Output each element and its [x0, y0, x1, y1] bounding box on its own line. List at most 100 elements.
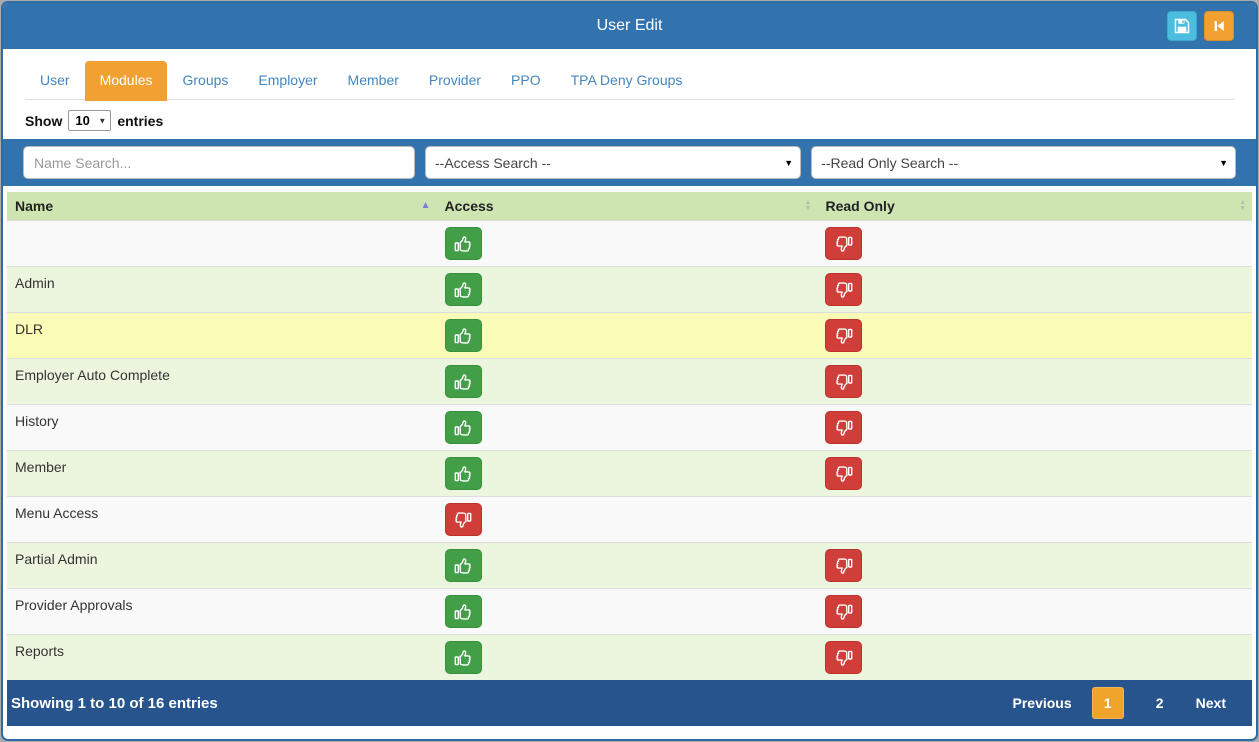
read-only-cell [817, 497, 1252, 543]
access-allow-button[interactable] [445, 227, 482, 260]
read-only-deny-button[interactable] [825, 549, 862, 582]
search-bar: --Access Search -- ▼ --Read Only Search … [3, 139, 1256, 186]
read-only-deny-button[interactable] [825, 641, 862, 674]
thumbs-up-icon [453, 280, 473, 300]
tab-provider[interactable]: Provider [414, 61, 496, 99]
read-only-deny-button[interactable] [825, 227, 862, 260]
tab-modules[interactable]: Modules [85, 61, 168, 101]
readonly-search-select[interactable]: --Read Only Search -- [812, 147, 1235, 178]
read-only-cell [817, 451, 1252, 497]
show-label: Show [25, 113, 62, 129]
entries-info: Showing 1 to 10 of 16 entries [11, 695, 218, 712]
page-size-select[interactable]: 10 [69, 111, 110, 130]
read-only-cell [817, 267, 1252, 313]
access-allow-button[interactable] [445, 273, 482, 306]
access-allow-button[interactable] [445, 457, 482, 490]
read-only-deny-button[interactable] [825, 319, 862, 352]
table-row-reports: Reports [7, 635, 1252, 681]
thumbs-up-icon [453, 326, 473, 346]
page-title: User Edit [597, 17, 663, 35]
table-row-history: History [7, 405, 1252, 451]
module-name-cell: Reports [7, 635, 437, 681]
read-only-cell [817, 313, 1252, 359]
save-button[interactable] [1167, 11, 1197, 41]
thumbs-up-icon [453, 648, 473, 668]
page-button-2[interactable]: 2 [1144, 687, 1176, 719]
read-only-deny-button[interactable] [825, 411, 862, 444]
access-allow-button[interactable] [445, 641, 482, 674]
tab-user[interactable]: User [25, 61, 85, 99]
access-allow-button[interactable] [445, 365, 482, 398]
read-only-cell [817, 589, 1252, 635]
read-only-cell [817, 405, 1252, 451]
thumbs-down-icon [834, 464, 854, 484]
thumbs-up-icon [453, 372, 473, 392]
module-name-cell: Provider Approvals [7, 589, 437, 635]
table-row-provider-approvals: Provider Approvals [7, 589, 1252, 635]
read-only-deny-button[interactable] [825, 595, 862, 628]
thumbs-down-icon [834, 602, 854, 622]
page-size-select-wrap: 10 ▼ [68, 110, 111, 131]
thumbs-down-icon [834, 326, 854, 346]
thumbs-down-icon [453, 510, 473, 530]
table-row-admin: Admin [7, 267, 1252, 313]
module-name-cell: Member [7, 451, 437, 497]
read-only-deny-button[interactable] [825, 273, 862, 306]
table-row-dlr: DLR [7, 313, 1252, 359]
thumbs-down-icon [834, 372, 854, 392]
column-header-read-only[interactable]: Read Only▲▼ [817, 192, 1252, 221]
read-only-cell [817, 359, 1252, 405]
module-name-cell: Partial Admin [7, 543, 437, 589]
access-cell [437, 451, 818, 497]
access-allow-button[interactable] [445, 549, 482, 582]
user-edit-panel: User Edit UserModulesGroupsEmployerMembe… [1, 1, 1258, 741]
table-row-employer-auto-complete: Employer Auto Complete [7, 359, 1252, 405]
sort-both-icon: ▲▼ [805, 200, 812, 212]
access-cell [437, 313, 818, 359]
thumbs-up-icon [453, 234, 473, 254]
previous-page-button[interactable]: Previous [1013, 695, 1072, 711]
thumbs-up-icon [453, 556, 473, 576]
read-only-deny-button[interactable] [825, 365, 862, 398]
back-button[interactable] [1204, 11, 1234, 41]
tab-groups[interactable]: Groups [167, 61, 243, 99]
table-row-blank [7, 221, 1252, 267]
thumbs-up-icon [453, 464, 473, 484]
module-name-cell [7, 221, 437, 267]
thumbs-down-icon [834, 648, 854, 668]
tab-employer[interactable]: Employer [243, 61, 332, 99]
access-deny-button[interactable] [445, 503, 482, 536]
sort-asc-icon: ▲ [421, 201, 431, 211]
column-label: Access [445, 198, 494, 214]
access-cell [437, 497, 818, 543]
module-name-cell: Admin [7, 267, 437, 313]
page-size-control: Show 10 ▼ entries [25, 110, 1256, 131]
access-allow-button[interactable] [445, 595, 482, 628]
column-header-access[interactable]: Access ▲▼ [437, 192, 818, 221]
read-only-cell [817, 635, 1252, 681]
access-search-wrap: --Access Search -- ▼ [425, 146, 801, 179]
title-bar: User Edit [3, 3, 1256, 49]
column-header-name[interactable]: Name ▲ [7, 192, 437, 221]
column-label: Name [15, 198, 53, 214]
title-actions [1167, 11, 1234, 41]
page-button-1[interactable]: 1 [1092, 687, 1124, 719]
thumbs-up-icon [453, 418, 473, 438]
read-only-deny-button[interactable] [825, 457, 862, 490]
access-cell [437, 589, 818, 635]
pagination: Previous 12 Next [1013, 687, 1227, 719]
module-name-cell: Menu Access [7, 497, 437, 543]
access-allow-button[interactable] [445, 319, 482, 352]
table-row-partial-admin: Partial Admin [7, 543, 1252, 589]
access-search-select[interactable]: --Access Search -- [426, 147, 800, 178]
name-search-input[interactable] [23, 146, 415, 179]
table-header-row: Name ▲ Access ▲▼ Read Only▲▼ [7, 192, 1252, 221]
tab-member[interactable]: Member [333, 61, 414, 99]
thumbs-down-icon [834, 418, 854, 438]
access-allow-button[interactable] [445, 411, 482, 444]
tab-tpa-deny-groups[interactable]: TPA Deny Groups [556, 61, 698, 99]
access-cell [437, 405, 818, 451]
next-page-button[interactable]: Next [1196, 695, 1226, 711]
tab-ppo[interactable]: PPO [496, 61, 556, 99]
table-row-member: Member [7, 451, 1252, 497]
